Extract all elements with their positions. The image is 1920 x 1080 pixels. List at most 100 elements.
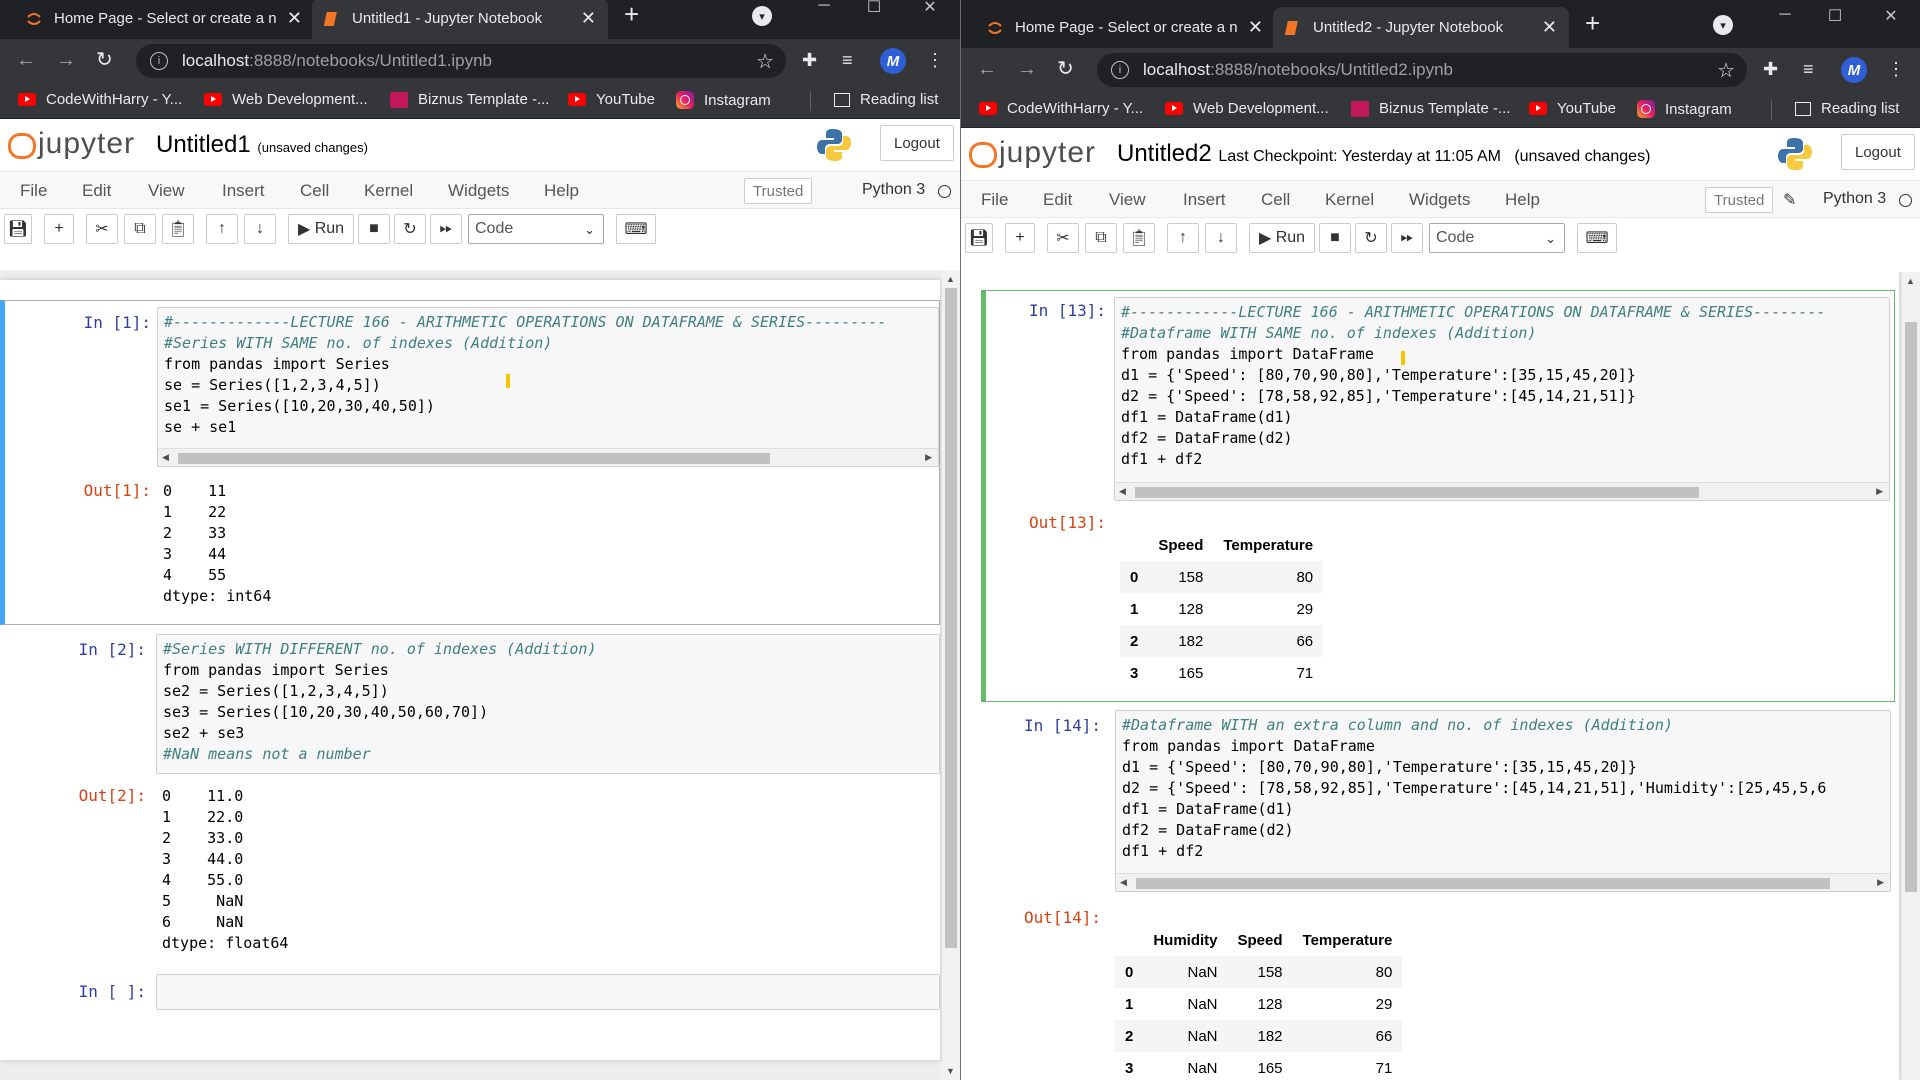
menu-edit[interactable]: Edit — [1043, 190, 1072, 210]
save-icon[interactable]: 💾︎ — [965, 223, 993, 253]
media-control-icon[interactable]: ≡ — [1803, 59, 1814, 80]
insert-cell-icon[interactable]: + — [44, 214, 74, 244]
scroll-right-icon[interactable]: ▶ — [1876, 486, 1883, 497]
move-up-icon[interactable]: ↑ — [206, 214, 238, 244]
back-icon[interactable]: ← — [16, 49, 36, 71]
new-tab-icon[interactable]: + — [1585, 10, 1600, 36]
bookmark-biznus-template[interactable]: Biznus Template -... — [1351, 100, 1510, 117]
tab-close-icon[interactable]: ✕ — [1248, 17, 1263, 38]
jupyter-logo[interactable]: jupyter — [6, 127, 135, 161]
restart-icon[interactable]: ↻ — [394, 214, 426, 244]
move-down-icon[interactable]: ↓ — [1205, 223, 1237, 253]
forward-icon[interactable]: → — [56, 49, 76, 71]
cut-icon[interactable]: ✂ — [86, 214, 118, 244]
info-icon[interactable]: i — [1111, 61, 1129, 79]
scrollbar-thumb[interactable] — [1136, 878, 1830, 889]
tab-close-icon[interactable]: ✕ — [1542, 17, 1557, 38]
code-editor[interactable]: #Series WITH DIFFERENT no. of indexes (A… — [156, 634, 940, 774]
scroll-up-icon[interactable]: ▲ — [946, 274, 955, 284]
trusted-badge[interactable]: Trusted — [744, 178, 813, 204]
forward-icon[interactable]: → — [1017, 58, 1037, 80]
command-palette-icon[interactable]: ⌨ — [616, 214, 656, 244]
menu-kernel[interactable]: Kernel — [364, 181, 413, 201]
scroll-up-icon[interactable]: ▲ — [1906, 276, 1915, 286]
menu-insert[interactable]: Insert — [1183, 190, 1226, 210]
kernel-name[interactable]: Python 3 — [862, 181, 925, 199]
code-editor[interactable] — [156, 974, 940, 1010]
scrollbar-thumb[interactable] — [1135, 487, 1699, 498]
bookmark-youtube[interactable]: YouTube — [568, 91, 655, 108]
tab-search-icon[interactable]: ▾ — [1713, 15, 1733, 35]
kernel-name[interactable]: Python 3 — [1823, 190, 1886, 208]
move-up-icon[interactable]: ↑ — [1167, 223, 1199, 253]
tab-close-icon[interactable]: ✕ — [287, 8, 302, 29]
minimize-icon[interactable]: ─ — [1773, 6, 1797, 24]
menu-view[interactable]: View — [1109, 190, 1146, 210]
bookmark-codewithharry[interactable]: CodeWithHarry - Y... — [979, 100, 1143, 117]
bookmark-star-icon[interactable]: ☆ — [756, 49, 774, 74]
code-editor[interactable]: #------------LECTURE 166 - ARITHMETIC OP… — [1114, 297, 1890, 501]
cell-type-select[interactable]: Code ⌄ — [1429, 223, 1565, 253]
menu-file[interactable]: File — [20, 181, 47, 201]
bookmark-star-icon[interactable]: ☆ — [1717, 58, 1735, 83]
bookmark-biznus-template[interactable]: Biznus Template -... — [390, 91, 549, 108]
code-editor[interactable]: #Dataframe WITH an extra column and no. … — [1115, 710, 1891, 892]
command-palette-icon[interactable]: ⌨ — [1577, 223, 1617, 253]
menu-help[interactable]: Help — [1505, 190, 1540, 210]
media-control-icon[interactable]: ≡ — [842, 50, 853, 71]
cut-icon[interactable]: ✂ — [1047, 223, 1079, 253]
tab-home-page[interactable]: Home Page - Select or create a n ✕ — [14, 0, 314, 39]
reading-list[interactable]: Reading list — [1795, 100, 1899, 117]
code-text[interactable]: #Dataframe WITH an extra column and no. … — [1116, 711, 1890, 862]
menu-cell[interactable]: Cell — [300, 181, 329, 201]
run-button[interactable]: ▶ Run — [1249, 223, 1315, 253]
interrupt-icon[interactable]: ■ — [358, 214, 390, 244]
restart-run-all-icon[interactable]: ⏩︎ — [430, 214, 462, 244]
paste-icon[interactable]: 📋︎ — [162, 214, 194, 244]
vertical-scrollbar[interactable]: ▲ — [1902, 272, 1920, 1080]
code-cell[interactable]: In [14]: #Dataframe WITH an extra column… — [981, 704, 1895, 1080]
bookmark-web-development[interactable]: Web Development... — [1165, 100, 1329, 117]
minimize-icon[interactable]: ─ — [812, 0, 836, 15]
close-window-icon[interactable]: ✕ — [918, 0, 942, 17]
save-icon[interactable]: 💾︎ — [4, 214, 32, 244]
horizontal-scrollbar[interactable]: ◀ ▶ — [1115, 482, 1889, 500]
restart-icon[interactable]: ↻ — [1355, 223, 1387, 253]
code-editor[interactable]: #-------------LECTURE 166 - ARITHMETIC O… — [157, 307, 939, 467]
menu-edit[interactable]: Edit — [82, 181, 111, 201]
copy-icon[interactable]: ⧉ — [124, 214, 156, 244]
notebook-title[interactable]: Untitled1 (unsaved changes) — [156, 131, 368, 159]
menu-kernel[interactable]: Kernel — [1325, 190, 1374, 210]
address-bar[interactable]: i localhost:8888/notebooks/Untitled2.ipy… — [1097, 53, 1747, 87]
copy-icon[interactable]: ⧉ — [1085, 223, 1117, 253]
interrupt-icon[interactable]: ■ — [1319, 223, 1351, 253]
address-bar[interactable]: i localhost:8888/notebooks/Untitled1.ipy… — [136, 44, 786, 78]
code-cell[interactable]: In [13]: #------------LECTURE 166 - ARIT… — [981, 290, 1895, 702]
horizontal-scrollbar[interactable]: ◀ ▶ — [1116, 873, 1890, 891]
bookmark-instagram[interactable]: Instagram — [676, 91, 771, 109]
tab-home-page[interactable]: Home Page - Select or create a n ✕ — [975, 7, 1275, 48]
reload-icon[interactable]: ↻ — [96, 49, 113, 71]
tab-close-icon[interactable]: ✕ — [581, 8, 596, 29]
horizontal-scrollbar[interactable]: ◀ ▶ — [158, 448, 938, 466]
logout-button[interactable]: Logout — [1841, 134, 1915, 170]
back-icon[interactable]: ← — [977, 58, 997, 80]
menu-insert[interactable]: Insert — [222, 181, 265, 201]
code-cell[interactable]: In [1]: #-------------LECTURE 166 - ARIT… — [0, 300, 940, 625]
trusted-badge[interactable]: Trusted — [1705, 187, 1774, 213]
scrollbar-thumb[interactable] — [178, 453, 770, 464]
paste-icon[interactable]: 📋︎ — [1123, 223, 1155, 253]
tab-search-icon[interactable]: ▾ — [752, 6, 772, 26]
new-tab-icon[interactable]: + — [624, 1, 639, 27]
logout-button[interactable]: Logout — [880, 125, 954, 161]
menu-cell[interactable]: Cell — [1261, 190, 1290, 210]
scroll-left-icon[interactable]: ◀ — [1119, 486, 1126, 497]
maximize-icon[interactable]: ☐ — [862, 0, 886, 17]
close-window-icon[interactable]: ✕ — [1879, 6, 1903, 26]
menu-widgets[interactable]: Widgets — [1409, 190, 1470, 210]
reload-icon[interactable]: ↻ — [1057, 58, 1074, 80]
profile-avatar[interactable]: M — [880, 48, 906, 74]
insert-cell-icon[interactable]: + — [1005, 223, 1035, 253]
profile-avatar[interactable]: M — [1841, 57, 1867, 83]
vertical-scrollbar[interactable]: ▲ ▼ — [942, 270, 960, 1080]
